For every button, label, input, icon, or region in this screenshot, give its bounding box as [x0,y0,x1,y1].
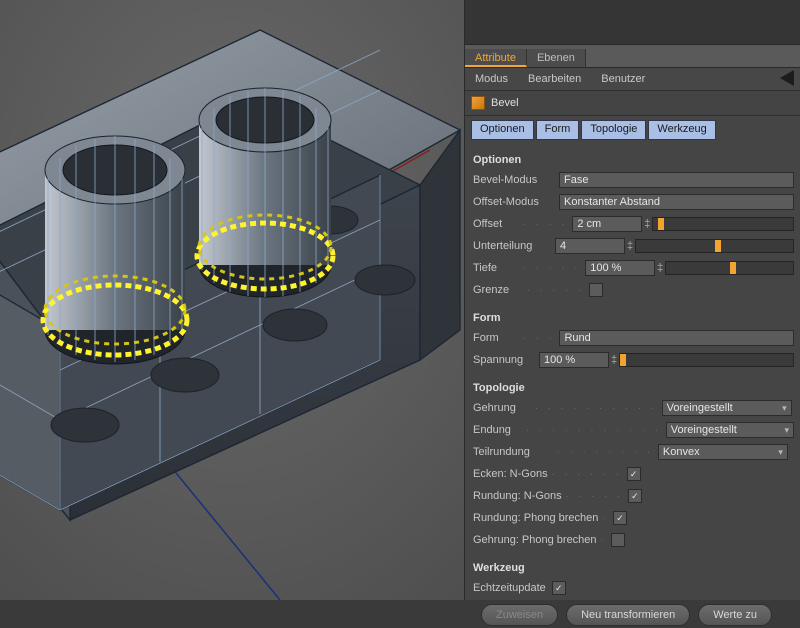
cylinder-2 [197,88,333,297]
label-teilrundung: Teilrundung [473,446,553,458]
section-form: Form Form · · · Rund Spannung ‡ [465,304,800,374]
combo-bevel-modus[interactable]: Fase [559,172,794,188]
label-endung: Endung [473,424,522,436]
chevron-down-icon: ▾ [784,425,789,436]
label-gehrung: Gehrung [473,402,531,414]
spinner-icon[interactable]: ‡ [655,262,665,274]
section-title-optionen: Optionen [473,154,794,166]
slider-offset[interactable] [652,217,794,231]
label-grenze: Grenze [473,284,523,296]
slider-unterteilung[interactable] [635,239,794,253]
label-offset: Offset [473,218,519,230]
button-werte[interactable]: Werte zu [698,604,772,626]
checkbox-ecken-ngons[interactable]: ✓ [627,467,641,481]
combo-endung-value: Voreingestellt [671,424,737,436]
attributes-panel: Attribute Ebenen Modus Bearbeiten Benutz… [464,0,800,600]
label-gehrung-phong: Gehrung: Phong brechen [473,534,597,546]
combo-teilrundung-value: Konvex [663,446,700,458]
checkbox-rundung-ngons[interactable]: ✓ [628,489,642,503]
slider-tiefe[interactable] [665,261,794,275]
label-ecken-ngons: Ecken: N-Gons [473,468,548,480]
attr-subtabs: Optionen Form Topologie Werkzeug [471,120,800,140]
section-title-form: Form [473,312,794,324]
button-neu-transformieren[interactable]: Neu transformieren [566,604,690,626]
tab-ebenen[interactable]: Ebenen [527,49,586,67]
label-rundung-phong: Rundung: Phong brechen [473,512,598,524]
label-form: Form [473,332,519,344]
label-offset-modus: Offset-Modus [473,196,559,208]
combo-offset-modus[interactable]: Konstanter Abstand [559,194,794,210]
button-zuweisen[interactable]: Zuweisen [481,604,558,626]
section-werkzeug: Werkzeug Echtzeitupdate ✓ Zuweisen Neu t… [465,554,800,628]
dots: · · · · [523,220,568,229]
input-offset[interactable] [572,216,642,232]
combo-endung[interactable]: Voreingestellt ▾ [666,422,794,438]
chevron-down-icon: ▾ [778,447,783,458]
panel-top-empty [465,0,800,45]
combo-bevel-modus-value: Fase [564,174,588,186]
spinner-icon[interactable]: ‡ [609,354,619,366]
input-unterteilung[interactable] [555,238,625,254]
tab-attribute[interactable]: Attribute [465,49,527,67]
combo-offset-modus-value: Konstanter Abstand [564,196,660,208]
section-title-werkzeug: Werkzeug [473,562,794,574]
subtab-topologie[interactable]: Topologie [581,120,646,140]
combo-teilrundung[interactable]: Konvex ▾ [658,444,788,460]
label-spannung: Spannung [473,354,539,366]
combo-form-value: Rund [564,332,590,344]
label-tiefe: Tiefe [473,262,519,274]
checkbox-rundung-phong[interactable]: ✓ [613,511,627,525]
viewport-3d[interactable] [0,0,465,600]
input-tiefe[interactable] [585,260,655,276]
checkbox-gehrung-phong[interactable] [611,533,625,547]
label-echtzeit: Echtzeitupdate [473,582,546,594]
subtab-werkzeug[interactable]: Werkzeug [648,120,715,140]
section-optionen: Optionen Bevel-Modus Fase Offset-Modus K… [465,146,800,304]
chevron-down-icon: ▾ [782,403,787,414]
checkbox-grenze[interactable] [589,283,603,297]
input-spannung[interactable] [539,352,609,368]
combo-gehrung-value: Voreingestellt [667,402,733,414]
panel-menu: Modus Bearbeiten Benutzer [465,68,800,91]
subtab-form[interactable]: Form [536,120,580,140]
breadcrumb: Bevel [465,91,800,116]
breadcrumb-label: Bevel [491,97,519,109]
section-topologie: Topologie Gehrung · · · · · · · · · · Vo… [465,374,800,554]
label-bevel-modus: Bevel-Modus [473,174,559,186]
combo-gehrung[interactable]: Voreingestellt ▾ [662,400,792,416]
combo-form[interactable]: Rund [559,330,794,346]
cylinder-1 [43,136,187,364]
subtab-optionen[interactable]: Optionen [471,120,534,140]
section-title-topologie: Topologie [473,382,794,394]
menu-bearbeiten[interactable]: Bearbeiten [518,73,591,85]
checkbox-echtzeit[interactable]: ✓ [552,581,566,595]
bevel-icon [471,96,485,110]
slider-spannung[interactable] [619,353,794,367]
history-back-icon[interactable] [780,70,794,86]
menu-modus[interactable]: Modus [465,73,518,85]
spinner-icon[interactable]: ‡ [625,240,635,252]
menu-benutzer[interactable]: Benutzer [591,73,655,85]
panel-tabs: Attribute Ebenen [465,45,800,68]
label-unterteilung: Unterteilung [473,240,555,252]
spinner-icon[interactable]: ‡ [642,218,652,230]
label-rundung-ngons: Rundung: N-Gons [473,490,562,502]
